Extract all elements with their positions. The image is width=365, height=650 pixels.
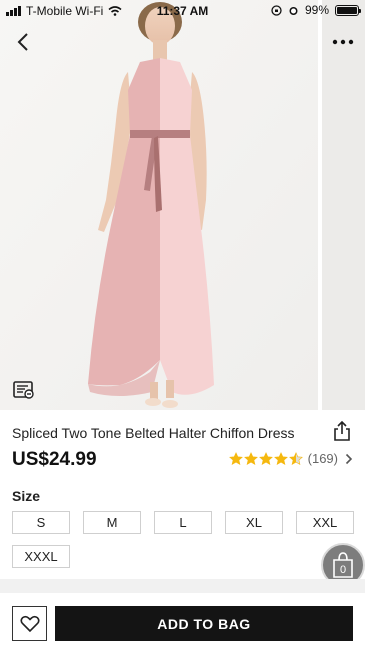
section-divider: [0, 579, 365, 593]
star-icon: [258, 451, 273, 465]
product-photo: [0, 0, 318, 410]
product-price: US$24.99: [12, 449, 97, 470]
next-product-image-peek[interactable]: [318, 0, 365, 410]
chevron-right-icon: [345, 453, 353, 464]
more-options-button[interactable]: [331, 32, 355, 52]
star-icon: [243, 451, 258, 465]
heart-icon: [19, 615, 40, 632]
size-option-xxl[interactable]: XXL: [296, 511, 354, 534]
back-button[interactable]: [12, 30, 36, 54]
star-icon: [288, 451, 303, 465]
size-option-xl[interactable]: XL: [225, 511, 283, 534]
star-icon: [228, 451, 243, 465]
product-image-carousel[interactable]: [0, 0, 365, 410]
battery-fill: [337, 6, 357, 14]
star-icon: [273, 451, 288, 465]
size-option-xxxl[interactable]: XXXL: [12, 545, 70, 568]
back-chevron-icon: [17, 33, 28, 51]
status-right: 99%: [271, 3, 361, 17]
wishlist-button[interactable]: [12, 606, 47, 641]
bag-count: 0: [339, 564, 347, 576]
size-heading: Size: [12, 488, 41, 504]
size-guide-icon: [13, 381, 34, 399]
size-option-m[interactable]: M: [83, 511, 141, 534]
product-rating[interactable]: (169): [228, 451, 353, 466]
rating-stars: [228, 451, 303, 466]
battery-icon: [335, 4, 361, 16]
more-dots-icon: [332, 39, 354, 45]
orientation-lock-icon: [271, 4, 282, 16]
alarm-icon: [289, 6, 298, 15]
share-button[interactable]: [331, 420, 353, 442]
product-title: Spliced Two Tone Belted Halter Chiffon D…: [12, 425, 295, 441]
status-bar: T-Mobile Wi-Fi 11:37 AM 99%: [0, 0, 365, 22]
product-title-row: Spliced Two Tone Belted Halter Chiffon D…: [12, 420, 353, 446]
size-option-s[interactable]: S: [12, 511, 70, 534]
share-icon: [334, 420, 350, 441]
size-guide-button[interactable]: [12, 380, 36, 400]
battery-percent: 99%: [304, 3, 329, 17]
rating-count: (169): [307, 451, 338, 466]
size-option-l[interactable]: L: [154, 511, 212, 534]
add-to-bag-button[interactable]: ADD TO BAG: [55, 606, 353, 641]
